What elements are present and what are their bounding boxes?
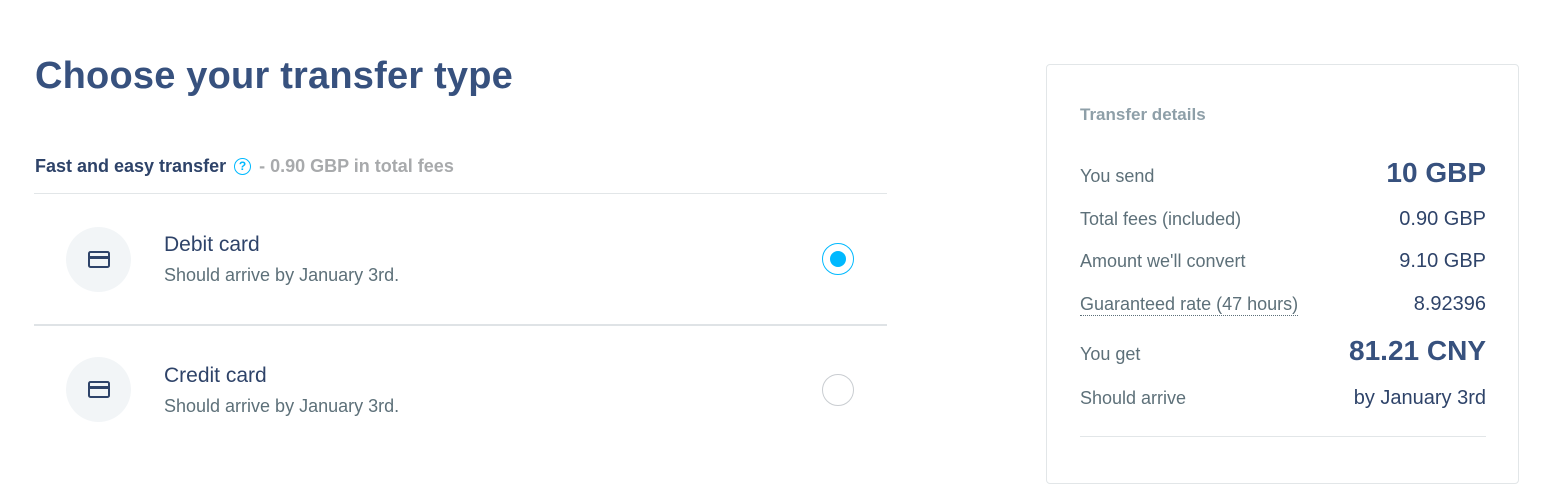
- debit-card-radio[interactable]: [822, 243, 854, 275]
- card-icon: [87, 381, 110, 398]
- you-get-value: 81.21 CNY: [1349, 335, 1486, 366]
- guaranteed-rate-label[interactable]: Guaranteed rate (47 hours): [1080, 293, 1299, 316]
- should-arrive-value: by January 3rd: [1353, 387, 1486, 409]
- credit-card-radio[interactable]: [822, 374, 854, 406]
- option-debit-card[interactable]: Debit card Should arrive by January 3rd.: [34, 194, 887, 324]
- should-arrive-label: Should arrive: [1080, 388, 1187, 408]
- option-credit-card[interactable]: Credit card Should arrive by January 3rd…: [34, 326, 887, 456]
- card-icon-badge: [66, 357, 131, 422]
- you-send-value: 10 GBP: [1386, 157, 1486, 188]
- radio-selected-dot: [830, 251, 846, 267]
- row-you-get: You get 81.21 CNY: [1080, 335, 1486, 367]
- question-circle-icon[interactable]: ?: [234, 157, 252, 175]
- page-title: Choose your transfer type: [35, 55, 513, 97]
- option-subtitle: Should arrive by January 3rd.: [164, 265, 400, 285]
- you-send-label: You send: [1080, 166, 1155, 186]
- row-amount-convert: Amount we'll convert 9.10 GBP: [1080, 250, 1486, 273]
- row-guaranteed-rate: Guaranteed rate (47 hours) 8.92396: [1080, 293, 1486, 316]
- row-you-send: You send 10 GBP: [1080, 157, 1486, 189]
- option-subtitle: Should arrive by January 3rd.: [164, 396, 400, 416]
- section-title: Fast and easy transfer: [35, 155, 227, 176]
- row-total-fees: Total fees (included) 0.90 GBP: [1080, 208, 1486, 231]
- amount-convert-value: 9.10 GBP: [1399, 250, 1486, 272]
- guaranteed-rate-value: 8.92396: [1413, 293, 1486, 315]
- section-header: Fast and easy transfer ? - 0.90 GBP in t…: [35, 153, 454, 179]
- you-get-label: You get: [1080, 344, 1141, 364]
- amount-convert-label: Amount we'll convert: [1080, 251, 1246, 271]
- transfer-details-heading: Transfer details: [1080, 105, 1206, 124]
- transfer-details-panel: Transfer details You send 10 GBP Total f…: [1046, 64, 1519, 484]
- option-title: Credit card: [164, 364, 267, 387]
- card-icon-badge: [66, 227, 131, 292]
- panel-divider: [1080, 436, 1486, 437]
- total-fees-value: 0.90 GBP: [1399, 208, 1486, 230]
- card-icon: [87, 251, 110, 268]
- total-fees-label: Total fees (included): [1080, 209, 1242, 229]
- total-fees-text: - 0.90 GBP in total fees: [259, 155, 454, 176]
- row-should-arrive: Should arrive by January 3rd: [1080, 387, 1486, 410]
- option-title: Debit card: [164, 233, 260, 256]
